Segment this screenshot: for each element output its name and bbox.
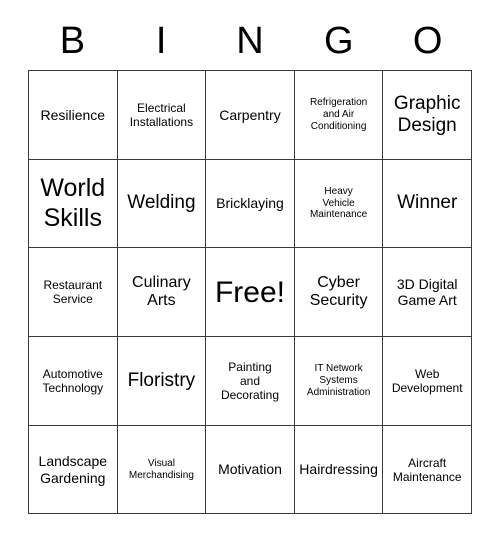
bingo-cell[interactable]: Restaurant Service [29,248,118,338]
bingo-cell-label: Cyber Security [309,273,368,310]
bingo-cell[interactable]: World Skills [29,159,118,249]
bingo-cell[interactable]: Motivation [206,425,295,515]
bingo-cell[interactable]: Refrigeration and Air Conditioning [294,71,384,160]
bingo-cell[interactable]: Painting and Decorating [206,337,295,426]
bingo-cell[interactable]: Web Development [383,337,472,426]
bingo-cell[interactable]: Carpentry [206,71,295,160]
bingo-cell-label: Web Development [391,366,463,395]
bingo-cell[interactable]: Electrical Installations [117,71,207,160]
bingo-cell[interactable]: Free! [206,248,295,338]
bingo-cell-label: IT Network Systems Administration [306,363,371,398]
bingo-cell[interactable]: Floristry [117,337,207,426]
bingo-cell-label: Restaurant Service [43,278,103,307]
bingo-cell-label: Floristry [127,369,196,391]
bingo-header-row: B I N G O [28,12,472,70]
bingo-grid: Resilience Electrical Installations Carpen… [28,70,472,515]
bingo-cell-label: Painting and Decorating [220,359,279,402]
bingo-cell[interactable]: Bricklaying [206,159,295,249]
bingo-cell[interactable]: IT Network Systems Administration [294,337,384,426]
bingo-cell-label: Resilience [40,106,106,123]
bingo-cell[interactable]: Resilience [29,71,118,160]
bingo-cell-label: Electrical Installations [129,100,194,129]
bingo-cell[interactable]: Culinary Arts [117,248,207,338]
header-letter-n: N [236,20,264,62]
header-letter-o: O [412,20,443,62]
bingo-cell[interactable]: Landscape Gardening [29,425,118,515]
bingo-cell[interactable]: Automotive Technology [29,337,118,426]
bingo-cell-label: 3D Digital Game Art [396,275,458,309]
bingo-cell[interactable]: Heavy Vehicle Maintenance [294,159,384,249]
bingo-cell[interactable]: 3D Digital Game Art [383,248,472,338]
header-letter-b: B [59,20,86,62]
bingo-cell-label: Free! [214,275,285,309]
bingo-cell-label: Culinary Arts [132,273,191,310]
bingo-cell-label: Bricklaying [216,195,284,212]
bingo-cell-label: Winner [397,192,458,214]
bingo-cell-label: Visual Merchandising [128,457,194,481]
bingo-cell[interactable]: Hairdressing [294,425,384,515]
bingo-cell-label: Carpentry [219,106,281,123]
bingo-cell[interactable]: Cyber Security [294,248,384,338]
bingo-cell[interactable]: Welding [117,159,207,249]
bingo-cell-label: Motivation [218,461,282,478]
header-letter-i: I [155,20,167,62]
bingo-cell[interactable]: Aircraft Maintenance [383,425,472,515]
bingo-cell-label: World Skills [40,174,106,232]
header-letter-g: G [324,20,354,62]
bingo-cell-label: Automotive Technology [42,366,104,395]
bingo-cell[interactable]: Visual Merchandising [117,425,207,515]
bingo-card: B I N G O Resilience Electrical Installat… [28,12,472,515]
bingo-cell-label: Graphic Design [393,92,461,136]
bingo-cell-label: Welding [127,192,196,214]
bingo-cell-label: Refrigeration and Air Conditioning [309,97,368,132]
bingo-cell[interactable]: Graphic Design [383,71,472,160]
bingo-cell[interactable]: Winner [383,159,472,249]
bingo-cell-label: Landscape Gardening [38,453,108,486]
bingo-cell-label: Heavy Vehicle Maintenance [309,186,368,221]
bingo-cell-label: Hairdressing [299,461,378,478]
bingo-cell-label: Aircraft Maintenance [392,455,462,484]
